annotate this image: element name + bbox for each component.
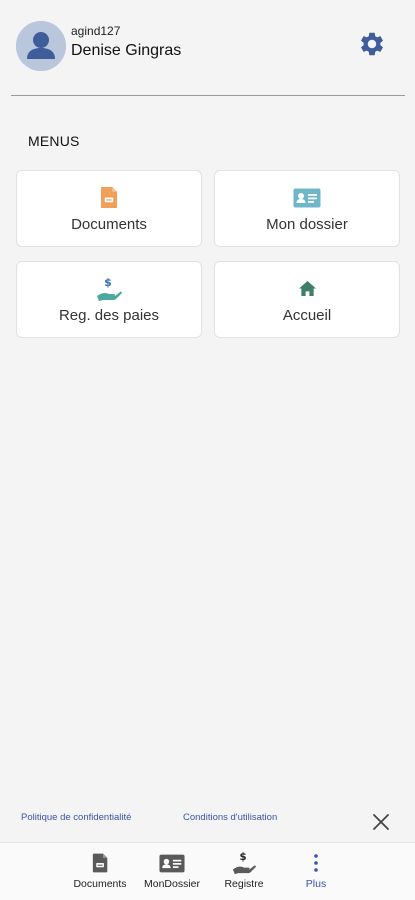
gear-icon xyxy=(361,32,383,56)
tile-label: Documents xyxy=(71,215,147,233)
user-avatar-icon xyxy=(16,21,66,71)
user-full-name: Denise Gingras xyxy=(71,42,182,59)
tile-label: Mon dossier xyxy=(266,215,348,233)
close-icon xyxy=(373,814,389,830)
nav-label: Documents xyxy=(73,878,127,890)
nav-label: Plus xyxy=(305,878,327,890)
header-divider xyxy=(11,95,405,96)
username: agind127 xyxy=(71,24,121,38)
pay-hand-icon: $ xyxy=(97,276,122,301)
footer-links: Politique de confidentialité Conditions … xyxy=(0,806,415,832)
menu-tile-documents[interactable]: Documents xyxy=(16,170,202,247)
bottom-navigation: Documents MonDossier $ Registre Plus xyxy=(0,842,415,900)
nav-label: MonDossier xyxy=(143,878,201,890)
menu-tile-mon-dossier[interactable]: Mon dossier xyxy=(214,170,400,247)
menu-tile-reg-des-paies[interactable]: $ Reg. des paies xyxy=(16,261,202,338)
svg-text:$: $ xyxy=(240,852,247,863)
id-card-icon xyxy=(159,854,185,872)
avatar[interactable] xyxy=(16,21,66,71)
document-icon xyxy=(92,853,107,873)
nav-item-documents[interactable]: Documents xyxy=(65,851,135,890)
terms-of-use-link[interactable]: Conditions d'utilisation xyxy=(183,812,277,823)
nav-item-mondossier[interactable]: MonDossier xyxy=(137,851,207,890)
menu-tiles: Documents Mon dossier $ Reg. des paies A… xyxy=(16,170,400,338)
more-vertical-icon xyxy=(314,854,318,872)
home-icon xyxy=(298,280,316,297)
menu-tile-accueil[interactable]: Accueil xyxy=(214,261,400,338)
svg-text:$: $ xyxy=(104,276,112,289)
tile-label: Accueil xyxy=(282,306,332,324)
document-icon xyxy=(100,187,117,208)
nav-label: Registre xyxy=(224,878,264,890)
privacy-policy-link[interactable]: Politique de confidentialité xyxy=(21,812,131,823)
id-card-icon xyxy=(293,188,321,207)
menus-title: MENUS xyxy=(28,133,80,149)
tile-label: Reg. des paies xyxy=(58,306,160,324)
close-button[interactable] xyxy=(371,812,391,832)
nav-item-plus[interactable]: Plus xyxy=(281,851,351,890)
profile-header: agind127 Denise Gingras xyxy=(0,0,415,95)
nav-item-registre[interactable]: $ Registre xyxy=(209,851,279,890)
pay-hand-icon: $ xyxy=(232,852,256,875)
settings-button[interactable] xyxy=(358,30,386,58)
